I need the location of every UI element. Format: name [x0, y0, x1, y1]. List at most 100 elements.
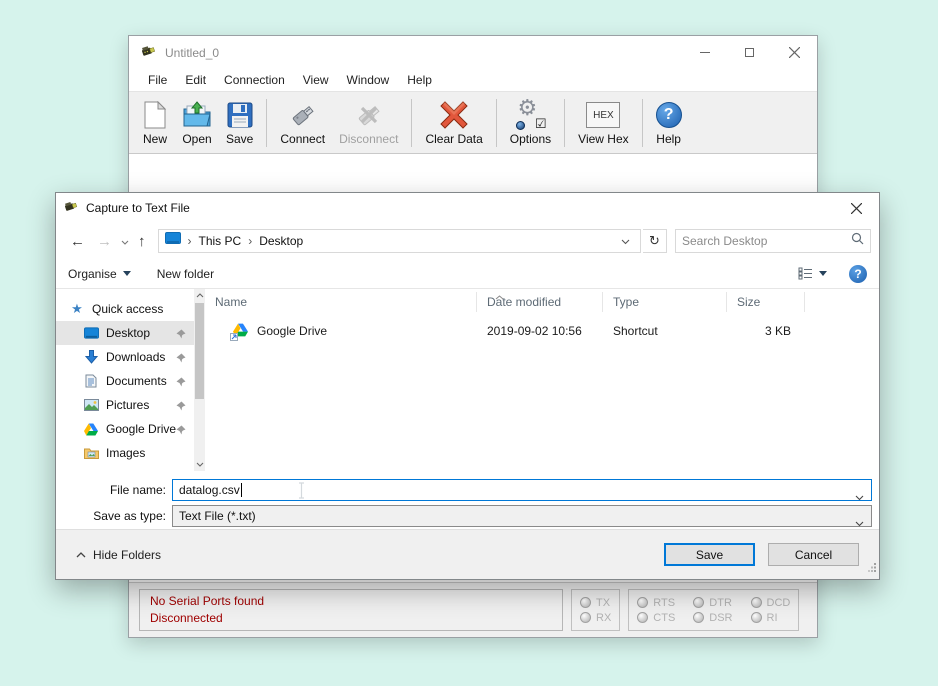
toolbar-separator — [411, 99, 412, 147]
refresh-button[interactable]: ↻ — [643, 229, 667, 253]
pin-icon — [176, 352, 186, 366]
recent-locations-chevron-icon[interactable] — [118, 232, 132, 250]
connect-button[interactable]: Connect — [273, 96, 332, 149]
maximize-button[interactable] — [727, 36, 772, 69]
capture-dialog: Capture to Text File ← → ↑ › This PC › D… — [55, 192, 880, 580]
menu-file[interactable]: File — [139, 73, 176, 87]
scroll-up-icon[interactable] — [194, 289, 205, 302]
disconnect-icon — [354, 99, 384, 131]
sidebar-item-images[interactable]: Images — [56, 441, 194, 465]
toolbar-separator — [642, 99, 643, 147]
file-row-google-drive[interactable]: Google Drive 2019-09-02 10:56 Shortcut 3… — [205, 319, 879, 343]
save-dialog-button[interactable]: Save — [664, 543, 755, 566]
file-date-modified: 2019-09-02 10:56 — [477, 324, 603, 338]
view-mode-button[interactable] — [798, 267, 827, 280]
new-button[interactable]: New — [135, 96, 175, 149]
save-button[interactable]: Save — [219, 96, 260, 149]
breadcrumb-separator: › — [248, 234, 252, 248]
file-name: Google Drive — [257, 324, 327, 338]
column-header-type[interactable]: Type — [603, 292, 727, 312]
file-name-input[interactable]: datalog.csv — [172, 479, 872, 501]
search-icon — [851, 232, 864, 250]
search-input[interactable] — [682, 234, 851, 248]
ri-led-icon — [751, 612, 762, 623]
hex-icon: HEX — [586, 99, 620, 131]
breadcrumb-desktop[interactable]: Desktop — [259, 234, 303, 248]
menu-help[interactable]: Help — [398, 73, 441, 87]
sidebar-item-downloads[interactable]: Downloads — [56, 345, 194, 369]
breadcrumb-this-pc[interactable]: This PC — [199, 234, 242, 248]
status-line-ports: No Serial Ports found — [150, 593, 552, 610]
dialog-content: ★ Quick access Desktop Downloads — [56, 289, 879, 471]
connect-icon — [288, 99, 318, 131]
rx-indicator: RX — [580, 612, 611, 624]
resize-grip[interactable] — [868, 559, 877, 577]
rx-led-icon — [580, 612, 591, 623]
view-mode-dropdown-icon — [819, 271, 827, 276]
column-header-name[interactable]: Name — [205, 292, 477, 312]
sidebar-item-desktop[interactable]: Desktop — [56, 321, 194, 345]
documents-icon — [82, 374, 100, 388]
toolbar-separator — [564, 99, 565, 147]
pin-icon — [176, 328, 186, 342]
minimize-icon — [700, 52, 710, 53]
dcd-indicator: DCD — [751, 597, 791, 609]
hide-folders-button[interactable]: Hide Folders — [76, 548, 161, 562]
terminal-client-area — [129, 154, 817, 195]
sidebar-item-quick-access[interactable]: ★ Quick access — [56, 297, 194, 321]
dsr-indicator: DSR — [693, 612, 732, 624]
app-titlebar: Untitled_0 — [129, 36, 817, 69]
back-button[interactable]: ← — [64, 233, 91, 250]
dialog-navbar: ← → ↑ › This PC › Desktop ↻ — [56, 223, 879, 259]
sidebar-item-documents[interactable]: Documents — [56, 369, 194, 393]
menu-window[interactable]: Window — [338, 73, 399, 87]
new-folder-button[interactable]: New folder — [157, 267, 214, 281]
save-as-type-select[interactable]: Text File (*.txt) — [172, 505, 872, 527]
address-bar[interactable]: › This PC › Desktop — [158, 229, 642, 253]
toolbar: New Open — [129, 92, 817, 154]
dialog-close-button[interactable] — [834, 193, 879, 223]
dialog-help-button[interactable]: ? — [849, 265, 867, 283]
organise-button[interactable]: Organise — [68, 267, 131, 281]
clear-data-x-icon — [440, 99, 468, 131]
menu-edit[interactable]: Edit — [176, 73, 215, 87]
breadcrumb-separator: › — [188, 234, 192, 248]
column-headers: Name Date modified Type Size — [205, 289, 879, 315]
search-box[interactable] — [675, 229, 871, 253]
new-file-icon — [144, 99, 166, 131]
sidebar-scrollbar[interactable] — [194, 289, 205, 471]
menu-connection[interactable]: Connection — [215, 73, 294, 87]
quick-access-star-icon: ★ — [68, 302, 86, 317]
pictures-icon — [82, 399, 100, 411]
column-header-size[interactable]: Size — [727, 292, 805, 312]
status-line-connection: Disconnected — [150, 610, 552, 627]
sidebar-item-pictures[interactable]: Pictures — [56, 393, 194, 417]
minimize-button[interactable] — [682, 36, 727, 69]
tx-led-icon — [580, 597, 591, 608]
file-name-dropdown-icon[interactable] — [855, 488, 864, 506]
address-dropdown-chevron-icon[interactable] — [617, 232, 634, 250]
help-button[interactable]: ? Help — [649, 96, 689, 149]
navigation-pane: ★ Quick access Desktop Downloads — [56, 289, 194, 471]
cancel-dialog-button[interactable]: Cancel — [768, 543, 859, 566]
sidebar-item-google-drive[interactable]: Google Drive — [56, 417, 194, 441]
view-hex-button[interactable]: HEX View Hex — [571, 96, 635, 149]
up-button[interactable]: ↑ — [132, 233, 152, 250]
sort-ascending-icon — [495, 289, 504, 305]
options-button[interactable]: ⚙ ☑ Options — [503, 96, 558, 149]
forward-button[interactable]: → — [91, 233, 118, 250]
save-floppy-icon — [227, 99, 253, 131]
menu-view[interactable]: View — [294, 73, 338, 87]
open-button[interactable]: Open — [175, 96, 219, 149]
dtr-indicator: DTR — [693, 597, 732, 609]
scroll-down-icon[interactable] — [194, 458, 205, 471]
pin-icon — [176, 424, 186, 438]
shortcut-arrow-icon — [230, 333, 238, 341]
scrollbar-thumb[interactable] — [195, 303, 204, 399]
cts-indicator: CTS — [637, 612, 675, 624]
clear-data-button[interactable]: Clear Data — [418, 96, 489, 149]
file-list: Name Date modified Type Size Google Driv… — [205, 289, 879, 471]
disconnect-button[interactable]: Disconnect — [332, 96, 405, 149]
dialog-title: Capture to Text File — [86, 201, 190, 215]
close-button[interactable] — [772, 36, 817, 69]
